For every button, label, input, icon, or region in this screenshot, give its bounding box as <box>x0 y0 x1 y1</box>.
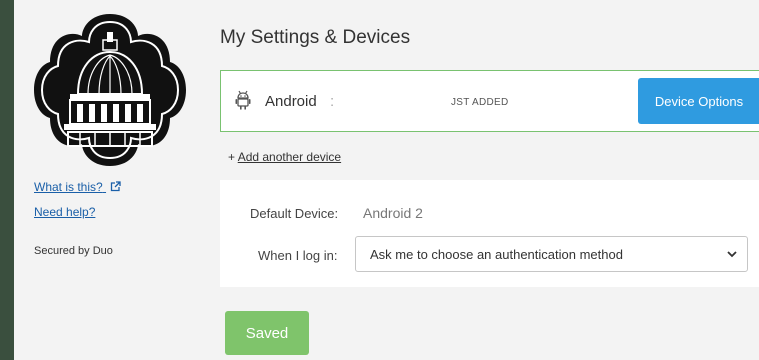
device-card: Android : JST ADDED Device Options <box>220 70 759 132</box>
login-preference-label: When I log in: <box>258 248 338 263</box>
add-another-device-link[interactable]: Add another device <box>238 150 341 164</box>
device-name-separator: : <box>330 93 335 110</box>
secured-by-duo-text: Secured by Duo <box>34 245 113 257</box>
external-link-icon <box>110 181 121 192</box>
device-name: Android <box>265 93 317 110</box>
building-dome-logo <box>34 14 186 166</box>
page-title: My Settings & Devices <box>220 27 411 48</box>
chevron-down-icon <box>727 251 737 258</box>
android-icon <box>235 90 251 110</box>
default-device-value: Android 2 <box>363 205 423 221</box>
device-status-badge: JST ADDED <box>451 97 509 108</box>
device-settings-panel: Default Device: Android 2 When I log in:… <box>220 180 759 287</box>
what-is-this-link[interactable]: What is this? <box>34 180 121 194</box>
login-method-select[interactable]: Ask me to choose an authentication metho… <box>355 236 748 272</box>
default-device-label: Default Device: <box>250 206 339 221</box>
device-options-button[interactable]: Device Options <box>638 78 759 124</box>
what-is-this-label: What is this? <box>34 180 103 194</box>
saved-button[interactable]: Saved <box>225 311 309 355</box>
add-device-row: + Add another device <box>228 150 341 164</box>
add-device-prefix: + <box>228 150 238 164</box>
need-help-link[interactable]: Need help? <box>34 205 95 219</box>
login-method-selected-value: Ask me to choose an authentication metho… <box>370 247 623 262</box>
